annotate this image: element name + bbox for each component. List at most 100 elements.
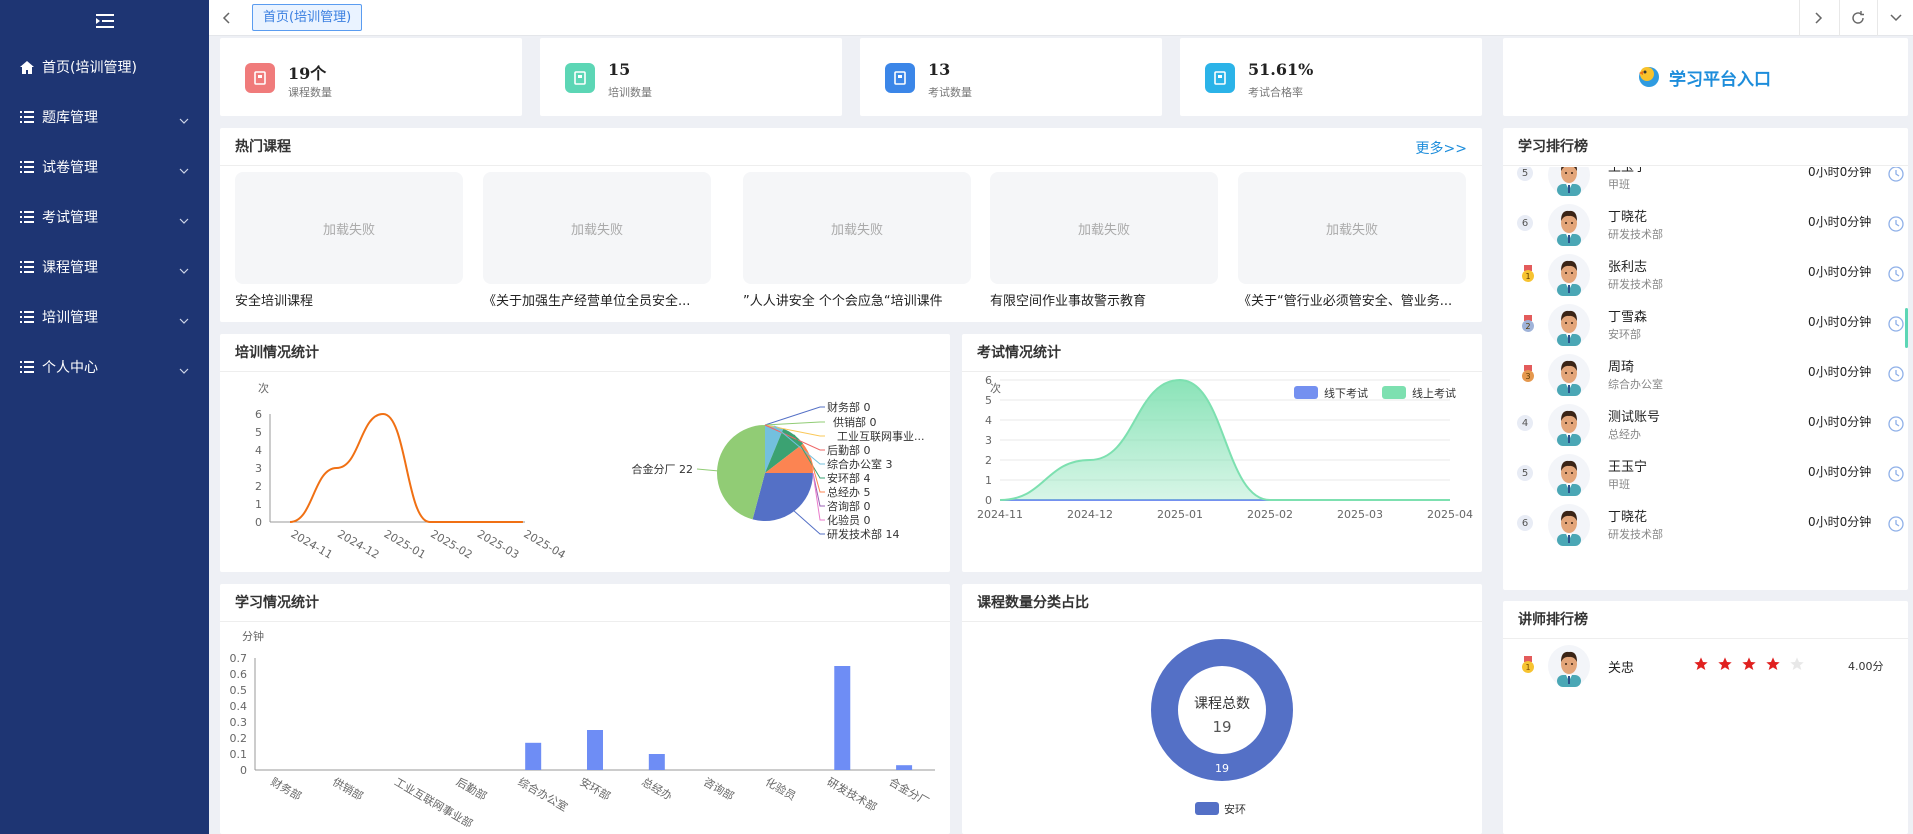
course-title[interactable]: 《关于“管行业必须管安全、管业务...: [1238, 290, 1478, 309]
star-icon: [1741, 656, 1757, 676]
chevron-right-icon: [1814, 12, 1822, 24]
rank-dept: 综合办公室: [1608, 378, 1663, 391]
course-thumbnail[interactable]: 加载失败: [990, 172, 1218, 284]
ranking-scroll-area[interactable]: 5 王玉宁 甲班 0小时0分钟 6 丁晓花 研发技术部 0小时0分钟 1 张利志 研发技术部 0小时0…: [1503, 167, 1908, 590]
y-axis-unit: 分钟: [242, 629, 264, 643]
rank-name: 丁晓花: [1608, 210, 1648, 225]
rank-dept: 甲班: [1608, 478, 1630, 491]
stat-icon: [1205, 63, 1235, 93]
y-tick-label: 3: [985, 434, 992, 447]
ranking-row: 4 测试账号 总经办 0小时0分钟: [1503, 400, 1908, 450]
x-tick-label: 总经办: [639, 774, 675, 803]
training-line-chart: 次01234562024-11 2024-12 2025-01 2025-02 2025…: [255, 381, 568, 562]
medal-icon: 1: [1521, 265, 1535, 287]
pie-label: 合金分厂 22: [632, 462, 694, 476]
pie-leader-line: [696, 468, 720, 472]
load-failed-text: 加载失败: [1325, 222, 1378, 238]
donut-center-label: 课程总数: [1194, 696, 1250, 712]
avatar: [1548, 504, 1590, 546]
sidebar-item-label: 试卷管理: [42, 160, 98, 176]
sidebar-item-1[interactable]: 题库管理: [0, 92, 209, 142]
stat-label: 考试数量: [928, 86, 972, 99]
y-tick-label: 2: [255, 480, 262, 493]
course-category-panel: 课程数量分类占比 课程总数 19 19 安环: [962, 584, 1482, 834]
exam-stats-title: 考试情况统计: [962, 334, 1482, 372]
sidebar-item-2[interactable]: 试卷管理: [0, 142, 209, 192]
x-tick-label: 后勤部: [454, 774, 490, 803]
course-thumbnail[interactable]: 加载失败: [743, 172, 971, 284]
rank-name: 测试账号: [1608, 410, 1661, 425]
x-tick-label: 2025-01: [382, 527, 428, 561]
star-icon: [1693, 656, 1709, 676]
pie-label: 工业互联网事业...: [837, 430, 925, 443]
y-tick-label: 5: [255, 426, 262, 439]
menu-fold-icon: [95, 14, 114, 28]
y-tick-label: 1: [255, 498, 262, 511]
medal-icon: 1: [1521, 656, 1535, 678]
sidebar-item-4[interactable]: 课程管理: [0, 242, 209, 292]
y-tick-label: 6: [255, 408, 262, 421]
hot-courses-title: 热门课程: [220, 128, 1482, 166]
svg-text:1: 1: [1525, 663, 1530, 672]
x-tick-label: 综合办公室: [516, 774, 571, 814]
pie-label: 咨询部 0: [827, 499, 871, 513]
x-tick-label: 2024-11: [289, 527, 335, 561]
refresh-button[interactable]: [1839, 0, 1875, 36]
course-category-donut: 课程总数 19 19 安环: [1151, 639, 1293, 816]
chevron-down-icon: [179, 212, 189, 228]
pie-label: 安环部 4: [827, 471, 871, 485]
list-icon: [20, 360, 34, 374]
course-title[interactable]: 《关于加强生产经营单位全员安全...: [483, 290, 723, 309]
more-link[interactable]: 更多>>: [1416, 138, 1467, 158]
learning-platform-entry[interactable]: 学习平台入口: [1503, 38, 1908, 116]
clock-icon: [1888, 216, 1904, 236]
avatar: [1548, 254, 1590, 296]
tab-scroll-left-button[interactable]: [209, 0, 245, 36]
tab-dropdown-button[interactable]: [1877, 0, 1913, 36]
x-tick-label: 2024-12: [335, 527, 381, 561]
sidebar-item-label: 培训管理: [42, 310, 98, 326]
tab-home[interactable]: 首页(培训管理): [252, 4, 363, 31]
rank-time: 0小时0分钟: [1808, 215, 1872, 229]
sidebar-item-5[interactable]: 培训管理: [0, 292, 209, 342]
y-tick-label: 0.2: [230, 732, 248, 745]
course-title[interactable]: 有限空间作业事故警示教育: [990, 290, 1230, 309]
teacher-ranking-panel: 讲师排行榜 1 关忠 4.00分: [1503, 601, 1908, 834]
legend-swatch: [1294, 386, 1318, 399]
course-title[interactable]: 安全培训课程: [235, 290, 475, 309]
x-tick-label: 2025-02: [428, 527, 474, 561]
menu-toggle-button[interactable]: [0, 0, 209, 42]
bird-logo-icon: [1639, 67, 1659, 87]
list-icon: [20, 110, 34, 124]
tab-scroll-right-button[interactable]: [1799, 0, 1835, 36]
y-tick-label: 4: [985, 414, 992, 427]
sidebar-item-label: 考试管理: [42, 210, 98, 226]
y-tick-label: 6: [985, 374, 992, 387]
sidebar-item-0[interactable]: 首页(培训管理): [0, 42, 209, 92]
sidebar-item-3[interactable]: 考试管理: [0, 192, 209, 242]
x-tick-label: 研发技术部: [825, 774, 880, 814]
y-tick-label: 0.7: [230, 652, 248, 665]
scrollbar-thumb[interactable]: [1905, 308, 1908, 348]
course-title[interactable]: ”人人讲安全 个个会应急“培训课件: [743, 290, 983, 309]
stat-value: 19个: [288, 64, 327, 83]
x-tick-label: 2025-04: [521, 527, 567, 561]
rank-time: 0小时0分钟: [1808, 515, 1872, 529]
ranking-row: 6 丁晓花 研发技术部 0小时0分钟: [1503, 500, 1908, 550]
sidebar-item-6[interactable]: 个人中心: [0, 342, 209, 392]
star-icon: [1765, 656, 1781, 676]
course-thumbnail[interactable]: 加载失败: [1238, 172, 1466, 284]
ranking-row: 6 丁晓花 研发技术部 0小时0分钟: [1503, 200, 1908, 250]
sidebar-item-label: 课程管理: [42, 260, 98, 276]
series-line: [289, 412, 523, 523]
chevron-down-icon: [179, 112, 189, 128]
bar: [896, 765, 913, 770]
y-tick-label: 0: [240, 764, 247, 777]
course-thumbnail[interactable]: 加载失败: [483, 172, 711, 284]
ranking-row: 3 周琦 综合办公室 0小时0分钟: [1503, 350, 1908, 400]
course-thumbnail[interactable]: 加载失败: [235, 172, 463, 284]
avatar: [1548, 404, 1590, 446]
x-tick-label: 咨询部: [701, 774, 737, 803]
x-tick-label: 2025-02: [1247, 508, 1293, 521]
clock-icon: [1888, 466, 1904, 486]
